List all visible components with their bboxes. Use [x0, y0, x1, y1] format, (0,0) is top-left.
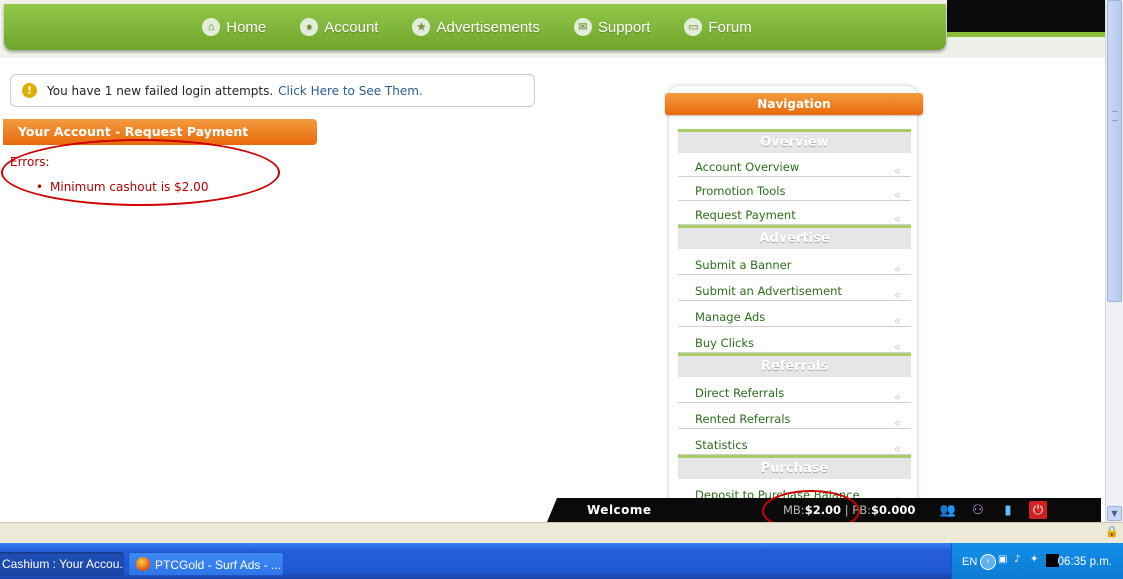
browser-viewport: ⌂ Home ● Account ★ Advertisements ✉ Supp…	[0, 0, 1105, 522]
sidebar-item-buy-clicks[interactable]: Buy Clicks «	[678, 327, 911, 354]
network-icon[interactable]: ▣	[998, 554, 1011, 567]
browser-status-bar: 🔒	[0, 522, 1123, 543]
page-right-background	[947, 37, 1105, 522]
chevron-left-icon: «	[893, 288, 901, 302]
sidebar-group-overview: Overview	[678, 129, 911, 153]
sidebar-item-label: Statistics	[695, 438, 748, 452]
language-indicator[interactable]: EN	[962, 556, 977, 568]
sidebar-item-label: Submit a Banner	[695, 258, 792, 272]
nav-support-label: Support	[597, 18, 651, 36]
sidebar-item-direct-referrals[interactable]: Direct Referrals «	[678, 377, 911, 404]
sidebar-nav: Overview Account Overview « Promotion Too…	[678, 129, 911, 506]
star-icon: ★	[412, 18, 431, 36]
sidebar-item-manage-ads[interactable]: Manage Ads «	[678, 301, 911, 328]
sidebar-item-label: Buy Clicks	[695, 336, 755, 350]
sidebar-item-promotion-tools[interactable]: Promotion Tools «	[678, 177, 911, 202]
stats-icon[interactable]: ▮	[999, 501, 1017, 519]
nav-home-label: Home	[226, 18, 267, 36]
chevron-left-icon: «	[893, 212, 901, 226]
vertical-scrollbar[interactable]: ▼	[1105, 0, 1123, 522]
chevron-left-icon: «	[893, 340, 901, 354]
firefox-icon	[136, 557, 150, 571]
chevron-left-icon: «	[893, 164, 901, 178]
welcome-text: Welcome	[587, 503, 652, 517]
power-icon[interactable]: ⏻	[1029, 501, 1047, 519]
sidebar-item-label: Account Overview	[695, 160, 800, 174]
security-icon[interactable]: ✦	[1030, 554, 1043, 567]
main-navbar: ⌂ Home ● Account ★ Advertisements ✉ Supp…	[4, 4, 946, 50]
volume-icon[interactable]: ♪	[1014, 554, 1027, 567]
page-header-dark-strip	[947, 0, 1105, 32]
chevron-left-icon: «	[893, 390, 901, 404]
scroll-down-arrow-icon[interactable]: ▼	[1107, 506, 1122, 521]
nav-home[interactable]: ⌂ Home	[202, 18, 266, 36]
sidebar-group-advertise: Advertise	[678, 225, 911, 249]
red-annotation-circle	[1, 139, 280, 206]
sidebar-item-submit-banner[interactable]: Submit a Banner «	[678, 249, 911, 276]
sidebar-item-label: Submit an Advertisement	[695, 284, 842, 298]
taskbar-item-ptcgold[interactable]: PTCGold - Surf Ads - ...	[128, 552, 284, 576]
sidebar-item-rented-referrals[interactable]: Rented Referrals «	[678, 403, 911, 430]
sidebar-header: Navigation	[665, 93, 923, 115]
sidebar-item-statistics[interactable]: Statistics «	[678, 429, 911, 456]
chevron-left-icon: «	[893, 188, 901, 202]
status-icons: 👥 ⚇ ▮ ⏻	[939, 501, 1047, 519]
referrals-icon[interactable]: ⚇	[969, 501, 987, 519]
system-tray: EN ‹ ▣ ♪ ✦ 06:35 p.m.	[951, 543, 1123, 579]
scrollbar-thumb[interactable]	[1107, 0, 1122, 302]
sidebar-item-label: Rented Referrals	[695, 412, 791, 426]
nav-support[interactable]: ✉ Support	[573, 18, 651, 36]
nav-advertisements[interactable]: ★ Advertisements	[412, 18, 540, 36]
nav-forum[interactable]: ▭ Forum	[684, 18, 752, 36]
mail-icon: ✉	[573, 18, 592, 36]
user-icon: ●	[300, 18, 319, 36]
nav-advertisements-label: Advertisements	[436, 18, 540, 36]
nav-forum-label: Forum	[708, 18, 752, 36]
sidebar-item-label: Request Payment	[695, 208, 796, 222]
sidebar-item-label: Direct Referrals	[695, 386, 785, 400]
alert-link[interactable]: Click Here to See Them.	[278, 84, 423, 98]
lock-icon: 🔒	[1105, 525, 1119, 538]
sidebar-item-account-overview[interactable]: Account Overview «	[678, 153, 911, 178]
sidebar-item-label: Promotion Tools	[695, 184, 786, 198]
chevron-left-icon: «	[893, 416, 901, 430]
nav-account-label: Account	[324, 18, 379, 36]
tray-expand-icon[interactable]: ‹	[980, 554, 996, 570]
taskbar-item-cashium[interactable]: Cashium : Your Accou...	[0, 552, 124, 576]
grip-icon	[1112, 111, 1118, 121]
warning-icon: !	[22, 83, 37, 98]
sidebar-item-label: Manage Ads	[695, 310, 766, 324]
sidebar-group-purchase: Purchase	[678, 455, 911, 479]
tray-icons: ▣ ♪ ✦	[998, 554, 1059, 567]
nav-account[interactable]: ● Account	[300, 18, 378, 36]
failed-login-alert: ! You have 1 new failed login attempts. …	[10, 74, 535, 107]
chevron-left-icon: «	[893, 314, 901, 328]
windows-taskbar: Cashium : Your Accou... PTCGold - Surf A…	[0, 543, 1123, 579]
pb-balance: $0.000	[870, 503, 916, 517]
sidebar-item-request-payment[interactable]: Request Payment «	[678, 201, 911, 226]
group-icon[interactable]: 👥	[939, 501, 957, 519]
clock: 06:35 p.m.	[1057, 556, 1112, 568]
page-right-grey-strip	[947, 37, 1105, 58]
alert-message: You have 1 new failed login attempts.	[47, 83, 274, 98]
chat-icon: ▭	[684, 18, 703, 36]
sidebar-item-submit-advertisement[interactable]: Submit an Advertisement «	[678, 275, 911, 302]
chevron-left-icon: «	[893, 442, 901, 456]
home-icon: ⌂	[202, 18, 221, 36]
taskbar-item-label: PTCGold - Surf Ads - ...	[155, 558, 282, 572]
chevron-left-icon: «	[893, 262, 901, 276]
sidebar-group-referrals: Referrals	[678, 353, 911, 377]
